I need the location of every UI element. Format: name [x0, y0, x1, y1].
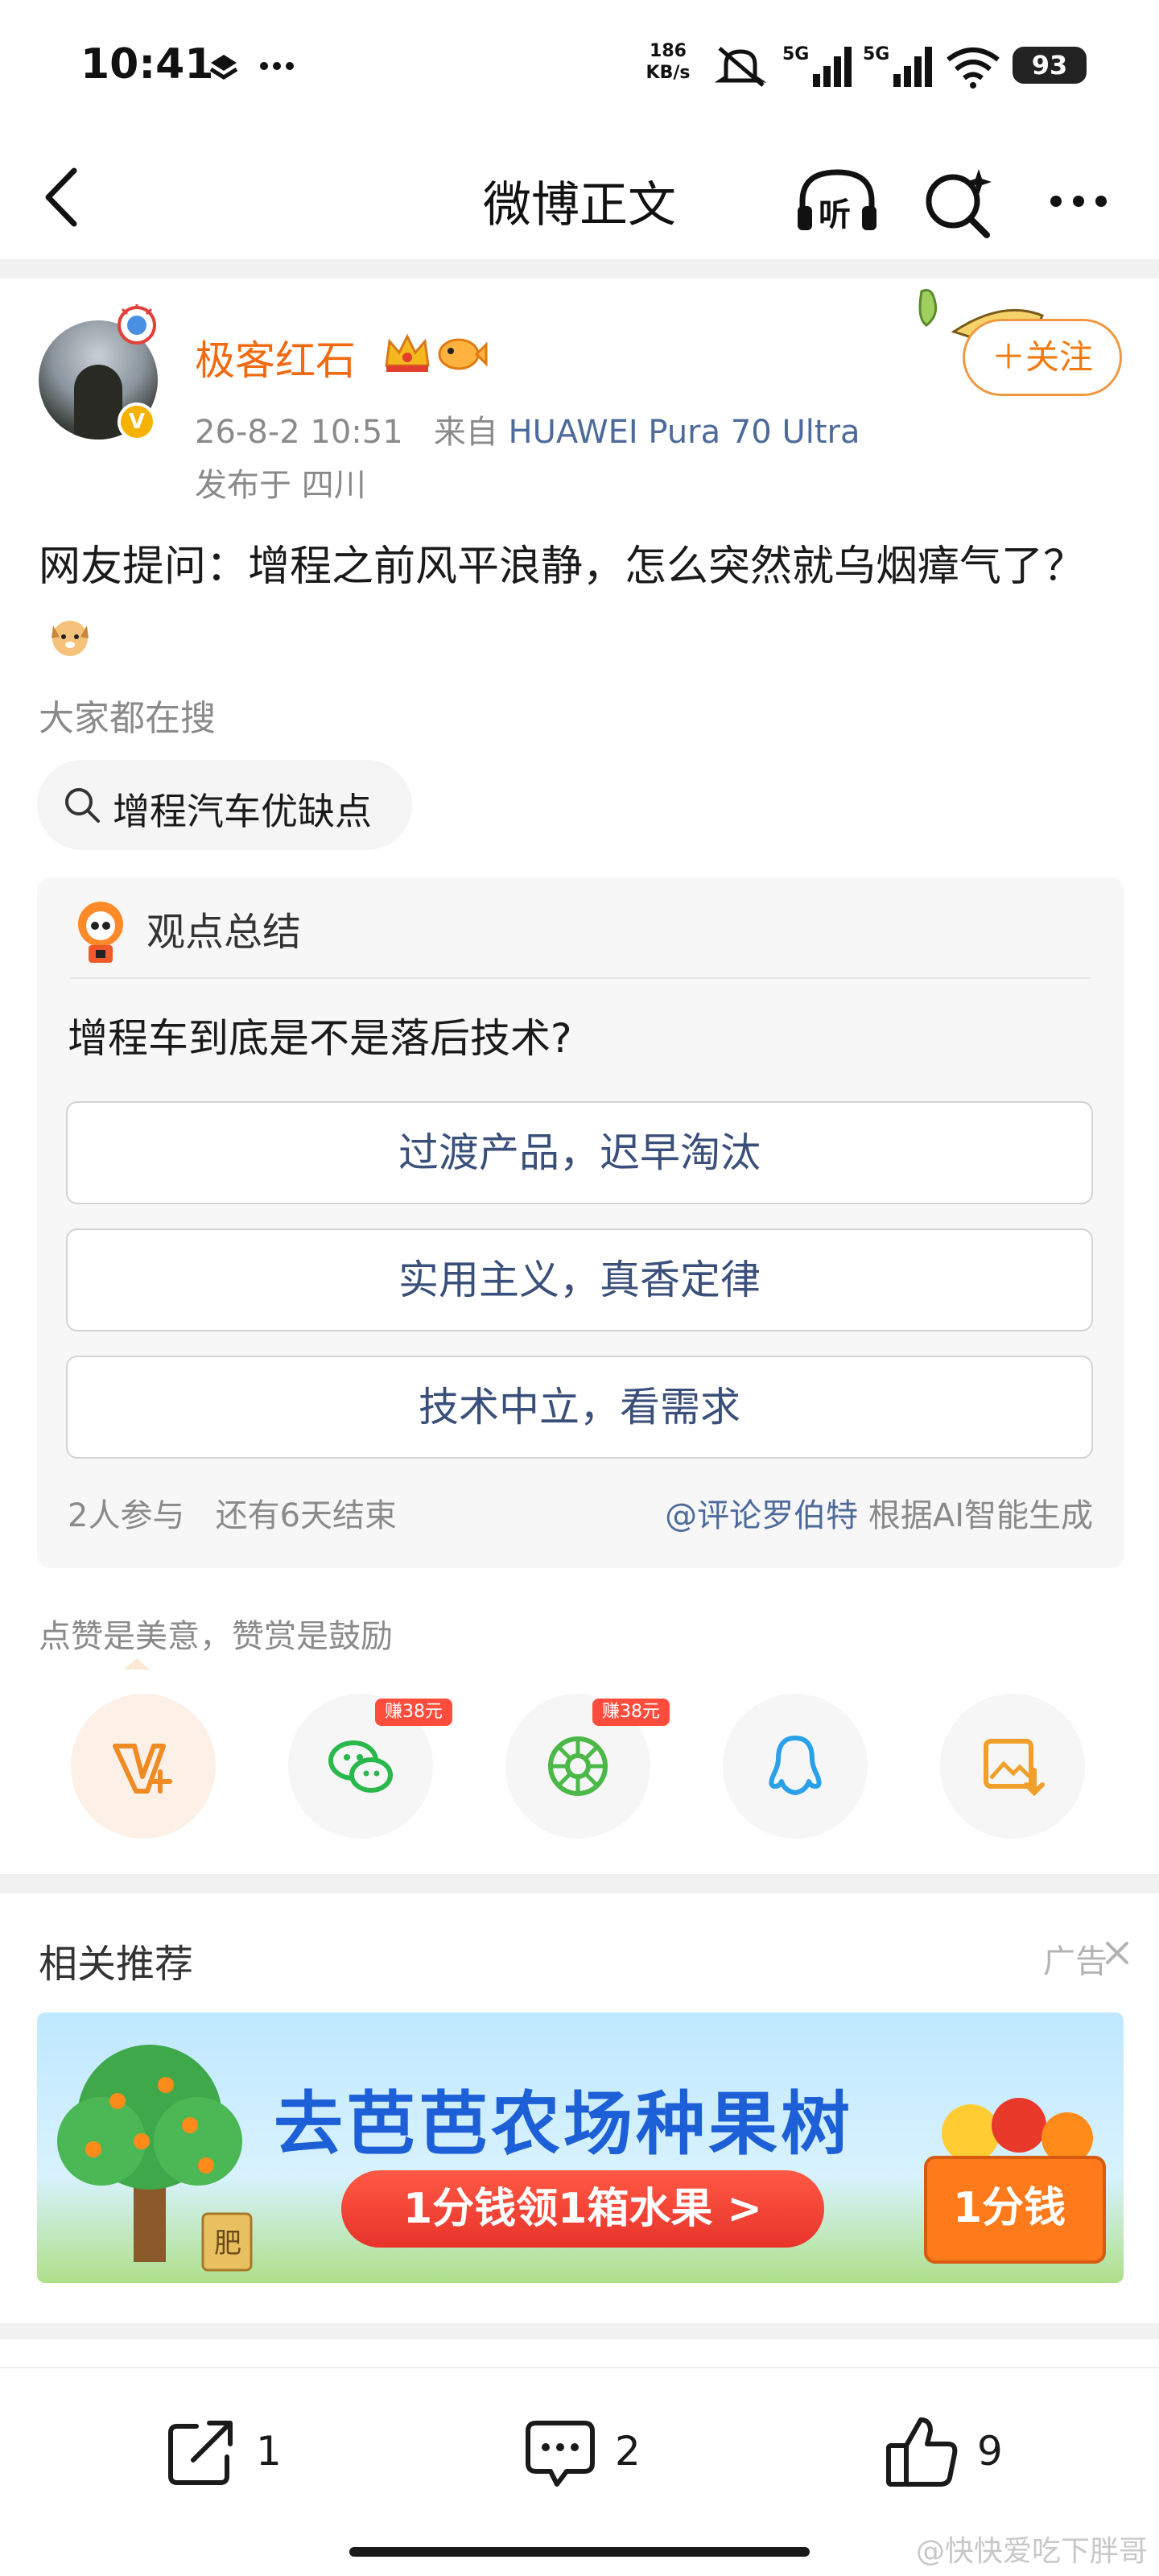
reward-button[interactable]	[71, 1694, 216, 1839]
status-bar: 10:41 186 KB/s 5G 5G 93	[0, 0, 1159, 129]
poll-option[interactable]: 技术中立，看需求	[66, 1356, 1093, 1459]
svg-text:听: 听	[819, 196, 851, 233]
svg-text:5G: 5G	[782, 44, 809, 64]
follow-button[interactable]: ＋关注	[963, 319, 1122, 396]
status-layers-dots-icon	[209, 55, 294, 80]
robot-mascot-icon	[78, 902, 123, 963]
fruit-tree-illustration: 肥	[57, 2045, 253, 2272]
network-speed-unit: KB/s	[645, 63, 691, 83]
comment-count: 2	[615, 2428, 641, 2475]
poll-divider	[69, 977, 1091, 979]
reward-v-icon	[113, 1744, 172, 1794]
status-time: 10:41	[80, 40, 214, 89]
ad-label: 广告	[1043, 1943, 1107, 1980]
poll-option[interactable]: 过渡产品，迟早淘汰	[66, 1101, 1093, 1204]
fish-badge-icon	[438, 338, 488, 370]
post-location: 发布于 四川	[195, 467, 366, 504]
post-text: 网友提问：增程之前风平浪静，怎么突然就乌烟瘴气了？	[39, 531, 1125, 673]
trending-search-chip[interactable]: 增程汽车优缺点	[37, 760, 412, 850]
share-icon	[168, 2421, 233, 2485]
like-count: 9	[977, 2428, 1003, 2475]
verified-badge-icon: V	[118, 402, 156, 441]
home-indicator[interactable]	[349, 2547, 810, 2557]
section-divider	[0, 1874, 1159, 1893]
avatar-figure	[74, 365, 122, 440]
poll-header: 观点总结	[146, 910, 302, 955]
signal-5g-icon-2: 5G	[863, 44, 932, 87]
post-meta: 26-8-2 10:51 来自 HUAWEI Pura 70 Ultra	[195, 406, 860, 452]
post-device[interactable]: HUAWEI Pura 70 Ultra	[509, 414, 860, 451]
poll-stats: 2人参与 还有6天结束	[68, 1489, 397, 1536]
save-image-icon	[984, 1739, 1045, 1797]
fruit-box-illustration	[924, 2098, 1106, 2264]
poll-participants: 2人参与	[68, 1497, 185, 1534]
comment-button[interactable]: 2	[520, 2412, 665, 2492]
save-image-button[interactable]	[940, 1694, 1085, 1839]
more-icon[interactable]	[1038, 161, 1119, 242]
thumbs-up-icon	[886, 2417, 958, 2487]
poll-generator-handle[interactable]: @评论罗伯特	[665, 1497, 858, 1534]
earn-badge: 赚38元	[592, 1699, 670, 1726]
network-speed-value: 186	[650, 41, 687, 61]
share-qq-button[interactable]	[723, 1694, 868, 1839]
author-name[interactable]: 极客红石	[195, 328, 356, 386]
poll-generator-suffix: 根据AI智能生成	[868, 1497, 1093, 1534]
repost-count: 1	[256, 2428, 282, 2475]
battery-icon: 93	[1013, 47, 1087, 84]
qq-icon	[769, 1736, 822, 1795]
like-button[interactable]: 9	[882, 2412, 1027, 2492]
close-icon[interactable]	[1103, 1938, 1132, 1967]
section-divider	[0, 259, 1159, 279]
poll-question: 增程车到底是不是落后技术?	[68, 1015, 572, 1062]
ad-banner[interactable]: 肥 去芭芭农场种果树 1分钱领1箱水果 > 1分钱	[37, 2013, 1124, 2283]
mute-bell-icon	[714, 47, 767, 87]
ad-cta-button[interactable]: 1分钱领1箱水果 >	[341, 2170, 824, 2248]
reward-note: 点赞是美意，赞赏是鼓励	[39, 1618, 393, 1655]
post-source-prefix: 来自	[433, 414, 498, 451]
crown-badge-icon	[385, 333, 430, 372]
wechat-icon	[328, 1740, 393, 1793]
signal-5g-icon: 5G	[782, 44, 852, 87]
comment-icon	[526, 2421, 595, 2487]
wifi-icon	[947, 47, 1000, 89]
ad-crate-text: 肥	[214, 2227, 241, 2260]
repost-button[interactable]: 1	[161, 2412, 306, 2492]
poll-remaining: 还有6天结束	[215, 1497, 398, 1534]
trending-label: 大家都在搜	[39, 698, 216, 739]
bottom-action-bar: 1 2 9	[0, 2367, 1159, 2528]
trending-search-text: 增程汽车优缺点	[113, 790, 372, 833]
avatar-pendant-icon	[118, 304, 156, 345]
moments-icon	[548, 1736, 608, 1796]
ad-box-text: 1分钱	[953, 2184, 1066, 2232]
search-icon	[65, 788, 100, 823]
post-body: 网友提问：增程之前风平浪静，怎么突然就乌烟瘴气了？	[39, 543, 1086, 591]
svg-text:5G: 5G	[863, 44, 889, 64]
network-speed: 186 KB/s	[636, 40, 700, 84]
status-right-icons: 186 KB/s 5G 5G 93	[636, 37, 1087, 93]
opinion-poll-card: 观点总结 增程车到底是不是落后技术? 过渡产品，迟早淘汰 实用主义，真香定律 技…	[37, 877, 1124, 1568]
poll-option[interactable]: 实用主义，真香定律	[66, 1228, 1093, 1331]
related-title: 相关推荐	[39, 1942, 194, 1987]
headphones-listen-icon[interactable]: 听	[793, 161, 881, 242]
earn-badge: 赚38元	[375, 1699, 452, 1726]
top-nav-bar: 微博正文 听	[0, 137, 1159, 258]
dog-emoji-icon	[52, 621, 89, 656]
ai-search-icon[interactable]	[918, 161, 998, 242]
poll-attribution: @评论罗伯特 根据AI智能生成	[665, 1489, 1093, 1536]
post-timestamp: 26-8-2 10:51	[195, 414, 403, 451]
watermark: @快快爱吃下胖哥	[915, 2535, 1148, 2568]
ad-headline: 去芭芭农场种果树	[274, 2084, 853, 2165]
section-divider	[0, 2323, 1159, 2339]
reward-pointer	[124, 1658, 150, 1670]
